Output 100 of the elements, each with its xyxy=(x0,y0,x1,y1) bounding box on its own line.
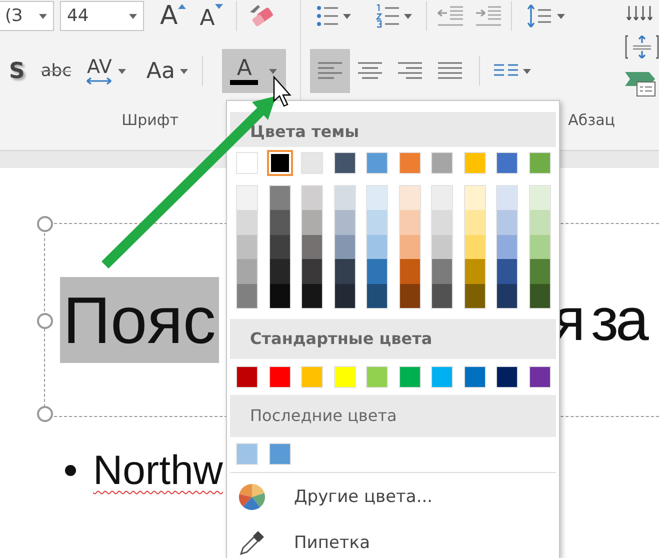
color-swatch[interactable] xyxy=(432,234,452,260)
color-swatch[interactable] xyxy=(334,210,354,235)
caret-icon[interactable] xyxy=(180,68,188,74)
decrease-indent-icon[interactable] xyxy=(436,5,464,27)
font-size-field[interactable]: 44 xyxy=(60,1,144,31)
color-swatch[interactable] xyxy=(237,284,257,308)
color-swatch[interactable] xyxy=(334,284,354,308)
color-swatch[interactable] xyxy=(400,186,420,210)
increase-indent-icon[interactable] xyxy=(474,5,502,27)
caret-icon[interactable] xyxy=(269,68,278,74)
caret-icon[interactable] xyxy=(404,14,412,18)
caret-icon[interactable] xyxy=(39,14,47,18)
color-swatch[interactable] xyxy=(530,284,550,308)
caret-icon[interactable] xyxy=(343,14,351,18)
color-swatch[interactable] xyxy=(268,366,290,388)
color-swatch[interactable] xyxy=(528,152,550,174)
bullet-text: Northw xyxy=(93,447,223,494)
color-swatch[interactable] xyxy=(236,152,258,174)
color-swatch[interactable] xyxy=(334,259,354,284)
color-swatch[interactable] xyxy=(237,259,257,284)
shrink-font-button[interactable]: A xyxy=(196,1,227,31)
color-swatch[interactable] xyxy=(398,366,420,388)
menu-item[interactable]: Пипетка xyxy=(227,520,559,558)
color-swatch[interactable] xyxy=(398,152,420,174)
color-swatch[interactable] xyxy=(497,234,517,260)
color-swatch[interactable] xyxy=(334,186,354,210)
font-color-button[interactable]: A xyxy=(222,49,286,93)
align-left-button[interactable] xyxy=(310,49,350,93)
color-swatch[interactable] xyxy=(366,366,388,388)
color-swatch[interactable] xyxy=(270,284,290,308)
color-swatch[interactable] xyxy=(302,259,322,284)
color-swatch[interactable] xyxy=(530,210,550,235)
color-swatch[interactable] xyxy=(237,210,257,235)
resize-handle[interactable] xyxy=(37,406,53,422)
color-swatch[interactable] xyxy=(464,366,486,388)
color-swatch[interactable] xyxy=(528,366,550,388)
color-swatch[interactable] xyxy=(432,186,452,210)
color-swatch[interactable] xyxy=(366,152,388,174)
resize-handle[interactable] xyxy=(37,216,53,232)
color-swatch[interactable] xyxy=(237,186,257,210)
color-swatch[interactable] xyxy=(302,284,322,308)
color-swatch[interactable] xyxy=(367,210,387,235)
color-swatch[interactable] xyxy=(400,284,420,308)
character-spacing-button[interactable]: AV xyxy=(80,49,132,93)
color-swatch[interactable] xyxy=(400,259,420,284)
color-swatch[interactable] xyxy=(270,186,290,210)
color-swatch[interactable] xyxy=(497,259,517,284)
color-swatch[interactable] xyxy=(400,210,420,235)
color-swatch[interactable] xyxy=(270,259,290,284)
color-swatch[interactable] xyxy=(464,284,484,308)
color-swatch[interactable] xyxy=(237,234,257,260)
color-swatch[interactable] xyxy=(530,234,550,260)
resize-handle[interactable] xyxy=(37,313,53,329)
color-swatch[interactable] xyxy=(497,210,517,235)
color-swatch[interactable] xyxy=(334,234,354,260)
color-swatch[interactable] xyxy=(530,186,550,210)
color-swatch[interactable] xyxy=(302,186,322,210)
caret-icon[interactable] xyxy=(129,14,137,18)
grow-font-button[interactable]: A xyxy=(156,1,190,31)
color-swatch[interactable] xyxy=(464,210,484,235)
color-swatch[interactable] xyxy=(497,284,517,308)
color-swatch[interactable] xyxy=(496,152,518,174)
color-swatch[interactable] xyxy=(496,366,518,388)
color-swatch[interactable] xyxy=(431,152,453,174)
color-swatch[interactable] xyxy=(400,234,420,260)
color-swatch[interactable] xyxy=(236,366,258,388)
color-swatch[interactable] xyxy=(236,442,258,465)
caret-icon[interactable] xyxy=(118,68,126,74)
color-swatch[interactable] xyxy=(302,210,322,235)
color-swatch[interactable] xyxy=(334,152,356,174)
color-swatch[interactable] xyxy=(270,234,290,260)
color-swatch[interactable] xyxy=(367,259,387,284)
font-name-field[interactable]: (З xyxy=(0,1,54,31)
shadow-button[interactable]: S xyxy=(4,49,30,93)
color-swatch[interactable] xyxy=(432,259,452,284)
color-swatch[interactable] xyxy=(367,234,387,260)
color-swatch[interactable] xyxy=(497,186,517,210)
align-text-icon[interactable] xyxy=(625,34,659,60)
caret-icon[interactable] xyxy=(523,68,531,74)
change-case-button[interactable]: Aa xyxy=(141,49,193,93)
menu-item[interactable]: Другие цвета... xyxy=(227,474,559,520)
color-swatch[interactable] xyxy=(464,186,484,210)
color-swatch[interactable] xyxy=(367,186,387,210)
color-swatch[interactable] xyxy=(334,366,356,388)
color-swatch[interactable] xyxy=(432,284,452,308)
color-swatch[interactable] xyxy=(464,152,486,174)
color-swatch[interactable] xyxy=(464,259,484,284)
color-swatch[interactable] xyxy=(301,152,323,174)
color-swatch[interactable] xyxy=(431,366,453,388)
color-swatch[interactable] xyxy=(301,366,323,388)
color-swatch[interactable] xyxy=(367,284,387,308)
caret-icon[interactable] xyxy=(557,14,565,18)
color-swatch[interactable] xyxy=(302,234,322,260)
color-wheel-icon xyxy=(238,482,266,511)
line-spacing-icon xyxy=(526,3,552,29)
color-swatch[interactable] xyxy=(268,442,290,465)
color-swatch[interactable] xyxy=(432,210,452,235)
color-swatch[interactable] xyxy=(464,234,484,260)
color-swatch[interactable] xyxy=(270,210,290,235)
color-swatch[interactable] xyxy=(530,259,550,284)
